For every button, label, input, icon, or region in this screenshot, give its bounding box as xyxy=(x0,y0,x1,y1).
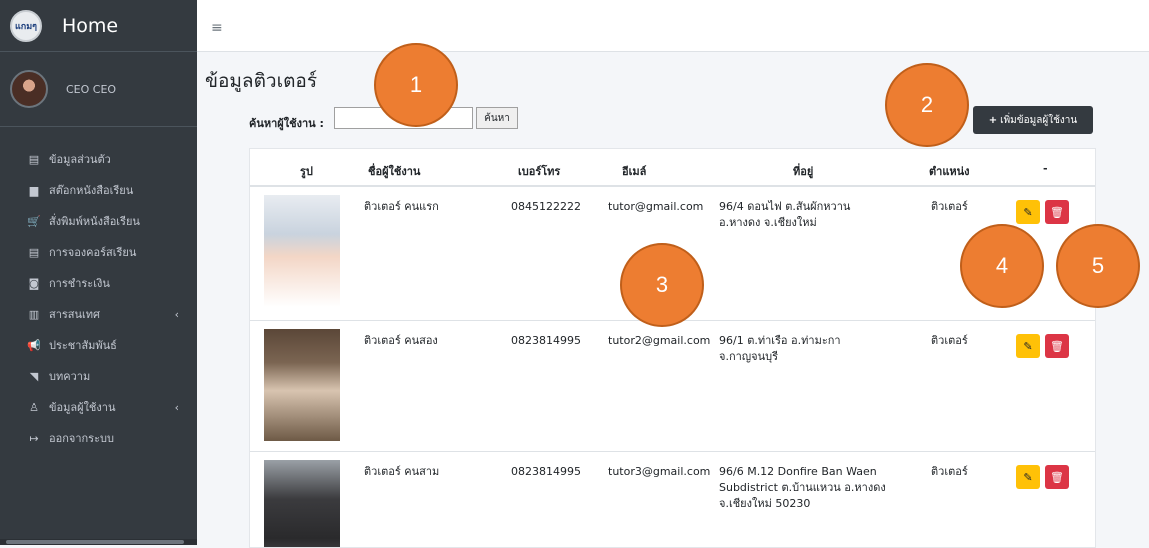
tutor-position: ติวเตอร์ xyxy=(931,334,968,347)
sidebar-item-information[interactable]: ▥ สารสนเทศ ‹ xyxy=(0,300,197,328)
tutor-address: 96/6 M.12 Donfire Ban Waen Subdistrict ต… xyxy=(719,465,886,510)
bullhorn-icon: 📢 xyxy=(27,338,41,352)
edit-button[interactable]: ✎ xyxy=(1016,334,1040,358)
column-header-name: ชื่อผู้ใช้งาน xyxy=(368,165,421,178)
edit-icon: ✎ xyxy=(1023,340,1033,353)
id-card-icon: ▤ xyxy=(28,152,40,166)
tutor-email: tutor@gmail.com xyxy=(608,200,704,213)
sidebar-item-logout[interactable]: ↦ ออกจากระบบ xyxy=(0,424,197,452)
callout-1: 1 xyxy=(374,43,458,127)
sign-out-icon: ↦ xyxy=(29,431,39,445)
add-user-label: เพิ่มข้อมูลผู้ใช้งาน xyxy=(1000,114,1078,126)
delete-button[interactable]: 🗑 xyxy=(1045,465,1069,489)
column-header-phone: เบอร์โทร xyxy=(518,165,561,178)
sidebar-item-label: ออกจากระบบ xyxy=(49,432,114,445)
callout-5: 5 xyxy=(1056,224,1140,308)
avatar xyxy=(10,70,48,108)
sidebar-item-course-booking[interactable]: ▤ การจองคอร์สเรียน xyxy=(0,238,197,266)
sidebar-item-label: บทความ xyxy=(49,370,91,383)
table-row: ติวเตอร์ คนสาม 0823814995 tutor3@gmail.c… xyxy=(250,452,1095,547)
money-icon: ◙ xyxy=(28,276,40,290)
sidebar-nav: ▤ ข้อมูลส่วนตัว ▆ สต๊อกหนังสือเรียน 🛒 สั… xyxy=(0,127,197,452)
tutor-address: 96/4 ดอนไฟ ต.สันผักหวาน อ.หางดง จ.เชียงใ… xyxy=(719,200,851,229)
file-icon: ▤ xyxy=(28,245,40,259)
tutor-phone: 0823814995 xyxy=(511,334,581,347)
user-panel[interactable]: CEO CEO xyxy=(0,52,197,127)
chevron-left-icon: ‹ xyxy=(174,307,179,321)
tutor-table: รูป ชื่อผู้ใช้งาน เบอร์โทร อีเมล์ ที่อยู… xyxy=(249,148,1096,548)
tutor-name: ติวเตอร์ คนแรก xyxy=(364,200,439,213)
brand-logo: แกมๆ xyxy=(10,9,42,42)
trash-icon: 🗑 xyxy=(1050,340,1064,353)
edit-button[interactable]: ✎ xyxy=(1016,200,1040,224)
tutor-phone: 0845122222 xyxy=(511,200,581,213)
sidebar-item-label: ข้อมูลผู้ใช้งาน xyxy=(49,401,116,414)
tutor-photo xyxy=(264,329,340,441)
tutor-phone: 0823814995 xyxy=(511,465,581,478)
edit-button[interactable]: ✎ xyxy=(1016,465,1040,489)
tutor-email: tutor2@gmail.com xyxy=(608,334,711,347)
tutor-position: ติวเตอร์ xyxy=(931,200,968,213)
edit-icon: ✎ xyxy=(1023,471,1033,484)
table-row: ติวเตอร์ คนสอง 0823814995 tutor2@gmail.c… xyxy=(250,321,1095,452)
user-name: CEO CEO xyxy=(66,82,117,96)
trash-icon: 🗑 xyxy=(1050,206,1064,219)
sidebar-item-profile[interactable]: ▤ ข้อมูลส่วนตัว xyxy=(0,145,197,173)
brand-text: Home xyxy=(62,14,119,37)
column-header-email: อีเมล์ xyxy=(622,165,647,178)
rss-icon: ◥ xyxy=(29,369,39,383)
plus-icon: + xyxy=(988,114,998,126)
sidebar-item-label: ข้อมูลส่วนตัว xyxy=(49,153,111,166)
sidebar-item-articles[interactable]: ◥ บทความ xyxy=(0,362,197,390)
tutor-photo xyxy=(264,460,340,547)
tutor-email: tutor3@gmail.com xyxy=(608,465,711,478)
search-label: ค้นหาผู้ใช้งาน : xyxy=(249,117,324,130)
tutor-name: ติวเตอร์ คนสาม xyxy=(364,465,440,478)
sidebar-item-label: การชำระเงิน xyxy=(49,277,110,290)
column-header-photo: รูป xyxy=(300,165,313,178)
sidebar-item-label: สั่งพิมพ์หนังสือเรียน xyxy=(49,215,140,228)
column-header-position: ตำแหน่ง xyxy=(929,165,970,178)
sidebar-item-label: ประชาสัมพันธ์ xyxy=(49,339,117,352)
user-icon: ♙ xyxy=(29,400,39,414)
add-user-button[interactable]: + เพิ่มข้อมูลผู้ใช้งาน xyxy=(973,106,1093,134)
sidebar: แกมๆ Home CEO CEO ▤ ข้อมูลส่วนตัว ▆ สต๊อ… xyxy=(0,0,197,545)
edit-icon: ✎ xyxy=(1023,206,1033,219)
sidebar-item-label: สต๊อกหนังสือเรียน xyxy=(49,184,134,197)
brand-link[interactable]: แกมๆ Home xyxy=(0,0,197,52)
delete-button[interactable]: 🗑 xyxy=(1045,200,1069,224)
tutor-address: 96/1 ต.ท่าเรือ อ.ท่ามะกา จ.กาญจนบุรี xyxy=(719,334,841,363)
column-header-actions: - xyxy=(1043,162,1048,175)
callout-2: 2 xyxy=(885,63,969,147)
scrollbar-thumb[interactable] xyxy=(6,540,184,544)
sidebar-scrollbar[interactable] xyxy=(0,539,197,545)
sidebar-item-payment[interactable]: ◙ การชำระเงิน xyxy=(0,269,197,297)
sidebar-item-label: สารสนเทศ xyxy=(49,308,101,321)
trash-icon: 🗑 xyxy=(1050,471,1064,484)
sidebar-item-book-stock[interactable]: ▆ สต๊อกหนังสือเรียน xyxy=(0,176,197,204)
search-button[interactable]: ค้นหา xyxy=(476,107,518,129)
hamburger-menu-icon[interactable]: ≡ xyxy=(211,20,223,36)
sidebar-item-print-order[interactable]: 🛒 สั่งพิมพ์หนังสือเรียน xyxy=(0,207,197,235)
cart-icon: 🛒 xyxy=(27,214,41,228)
sidebar-item-users[interactable]: ♙ ข้อมูลผู้ใช้งาน ‹ xyxy=(0,393,197,421)
column-header-address: ที่อยู่ xyxy=(793,165,814,178)
top-navbar: ≡ xyxy=(197,0,1149,52)
chevron-left-icon: ‹ xyxy=(174,400,179,414)
chart-icon: ▥ xyxy=(28,307,40,321)
callout-4: 4 xyxy=(960,224,1044,308)
sidebar-item-announcements[interactable]: 📢 ประชาสัมพันธ์ xyxy=(0,331,197,359)
callout-3: 3 xyxy=(620,243,704,327)
delete-button[interactable]: 🗑 xyxy=(1045,334,1069,358)
tutor-photo xyxy=(264,195,340,307)
tutor-name: ติวเตอร์ คนสอง xyxy=(364,334,438,347)
box-icon: ▆ xyxy=(29,183,39,197)
page-title: ข้อมูลติวเตอร์ xyxy=(205,70,318,92)
table-header: รูป ชื่อผู้ใช้งาน เบอร์โทร อีเมล์ ที่อยู… xyxy=(250,149,1095,187)
sidebar-item-label: การจองคอร์สเรียน xyxy=(49,246,137,259)
tutor-position: ติวเตอร์ xyxy=(931,465,968,478)
